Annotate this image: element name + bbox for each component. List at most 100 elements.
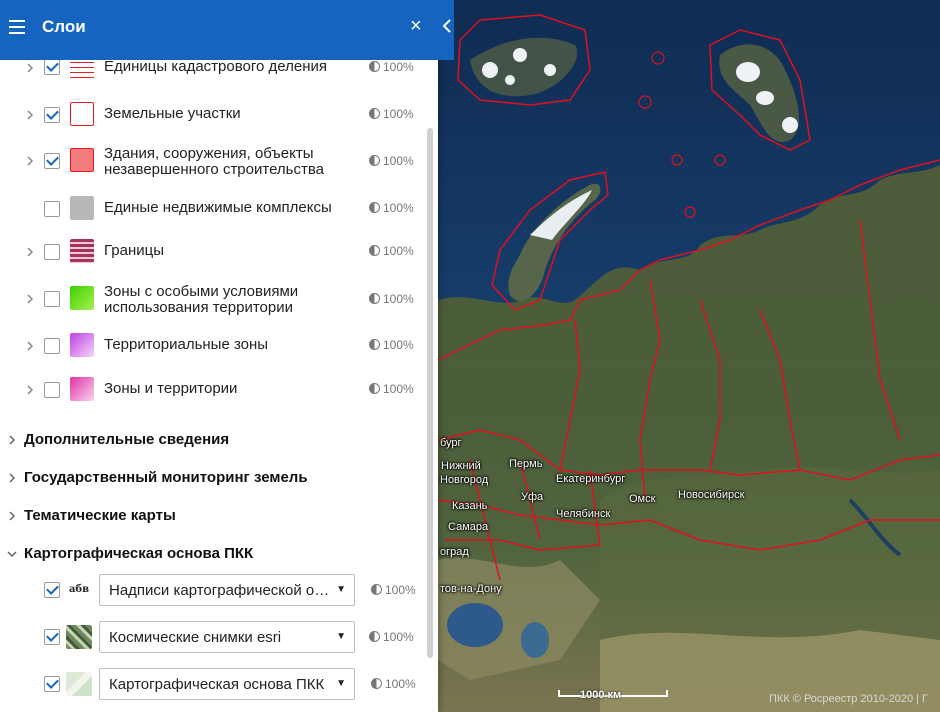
chevron-down-icon xyxy=(7,551,17,558)
section-title: Дополнительные сведения xyxy=(24,431,230,448)
layer-label: Зоны с особыми условиями использования т… xyxy=(104,283,299,316)
base-layer-select[interactable]: Надписи картографической основы ▼ xyxy=(99,574,355,606)
layer-opacity[interactable]: 100% xyxy=(369,292,414,306)
base-layer-select[interactable]: Космические снимки esri ▼ xyxy=(99,621,355,653)
base-layer-row-cartographic[interactable]: Картографическая основа ПКК ▼ 100% xyxy=(0,667,426,701)
cartographic-thumbnail xyxy=(66,672,92,696)
layer-row-unified-complexes[interactable]: Единые недвижимые комплексы 100% xyxy=(0,194,426,224)
chevron-right-icon xyxy=(9,511,16,521)
zones-territories-swatch xyxy=(70,377,94,401)
section-thematic-maps[interactable]: Тематические карты xyxy=(0,501,426,531)
layer-opacity[interactable]: 100% xyxy=(371,677,416,691)
chevron-left-icon[interactable] xyxy=(441,18,453,34)
scale-label: 1000 км xyxy=(580,689,622,701)
opacity-icon xyxy=(369,293,380,304)
layer-row-boundaries[interactable]: Границы 100% xyxy=(0,237,426,267)
chevron-right-icon[interactable] xyxy=(25,247,35,257)
layer-checkbox[interactable] xyxy=(44,582,60,598)
layer-opacity[interactable]: 100% xyxy=(369,338,414,352)
city-label: Екатеринбург xyxy=(556,473,626,485)
layer-opacity[interactable]: 100% xyxy=(369,154,414,168)
chevron-right-icon[interactable] xyxy=(25,63,35,73)
layers-panel: Единицы кадастрового деления 100% Земель… xyxy=(0,0,438,712)
dropdown-arrow-icon: ▼ xyxy=(336,678,346,689)
city-label: Казань xyxy=(452,500,488,512)
city-label: Нижний xyxy=(441,460,481,472)
dropdown-arrow-icon: ▼ xyxy=(336,584,346,595)
layer-opacity[interactable]: 100% xyxy=(369,244,414,258)
city-label: Челябинск xyxy=(556,508,611,520)
layer-checkbox[interactable] xyxy=(44,629,60,645)
opacity-icon xyxy=(369,245,380,256)
city-label: тов-на-Дону xyxy=(440,583,502,595)
base-layer-row-labels[interactable]: абв Надписи картографической основы ▼ 10… xyxy=(0,573,426,607)
layer-label: Земельные участки xyxy=(104,105,241,122)
select-value: Картографическая основа ПКК xyxy=(109,676,325,693)
chevron-right-icon[interactable] xyxy=(25,156,35,166)
section-base-map[interactable]: Картографическая основа ПКК xyxy=(0,539,426,569)
chevron-right-icon[interactable] xyxy=(25,294,35,304)
layer-checkbox[interactable] xyxy=(44,153,60,169)
layer-checkbox[interactable] xyxy=(44,60,60,75)
labels-thumbnail: абв xyxy=(68,584,90,595)
close-icon[interactable]: × xyxy=(410,16,422,36)
layer-label: Единые недвижимые комплексы xyxy=(104,199,332,216)
opacity-icon xyxy=(369,61,380,72)
layer-row-zones-territories[interactable]: Зоны и территории 100% xyxy=(0,375,426,405)
city-label: Новгород xyxy=(440,474,489,486)
layer-checkbox[interactable] xyxy=(44,244,60,260)
layers-list: Единицы кадастрового деления 100% Земель… xyxy=(0,60,438,712)
base-layer-row-satellite[interactable]: Космические снимки esri ▼ 100% xyxy=(0,620,426,654)
cadastral-division-swatch xyxy=(70,60,94,79)
layer-checkbox[interactable] xyxy=(44,107,60,123)
chevron-right-icon[interactable] xyxy=(25,341,35,351)
land-plots-swatch xyxy=(70,102,94,126)
layer-row-land-plots[interactable]: Земельные участки 100% xyxy=(0,100,426,130)
layer-opacity[interactable]: 100% xyxy=(369,201,414,215)
layer-opacity[interactable]: 100% xyxy=(369,382,414,396)
city-label: Уфа xyxy=(521,491,544,503)
chevron-right-icon[interactable] xyxy=(25,110,35,120)
layer-label: Зоны и территории xyxy=(104,380,238,397)
opacity-icon xyxy=(371,678,382,689)
scrollbar[interactable] xyxy=(427,128,433,658)
layer-opacity[interactable]: 100% xyxy=(369,107,414,121)
city-label: Омск xyxy=(629,493,656,505)
menu-icon[interactable] xyxy=(9,20,25,34)
layer-label: Здания, сооружения, объекты незавершенно… xyxy=(104,145,324,178)
layer-opacity[interactable]: 100% xyxy=(371,583,416,597)
opacity-icon xyxy=(369,108,380,119)
layer-row-special-zones[interactable]: Зоны с особыми условиями использования т… xyxy=(0,282,426,316)
panel-title: Слои xyxy=(42,17,86,36)
boundaries-swatch xyxy=(70,239,94,263)
chevron-right-icon[interactable] xyxy=(25,385,35,395)
layer-row-cadastral-division[interactable]: Единицы кадастрового деления 100% xyxy=(0,60,426,82)
buildings-swatch xyxy=(70,148,94,172)
layer-checkbox[interactable] xyxy=(44,291,60,307)
unified-complexes-swatch xyxy=(70,196,94,220)
opacity-icon xyxy=(369,383,380,394)
base-layer-select[interactable]: Картографическая основа ПКК ▼ xyxy=(99,668,355,700)
layer-label: Единицы кадастрового деления xyxy=(104,60,327,75)
layer-opacity[interactable]: 100% xyxy=(369,60,414,74)
layer-label: Территориальные зоны xyxy=(104,336,269,353)
chevron-right-icon xyxy=(9,435,16,445)
panel-header: Слои × xyxy=(0,0,454,60)
city-label: Новосибирск xyxy=(678,489,745,501)
city-label: бург xyxy=(440,437,462,449)
section-land-monitoring[interactable]: Государственный мониторинг земель xyxy=(0,463,426,493)
layer-checkbox[interactable] xyxy=(44,338,60,354)
layer-checkbox[interactable] xyxy=(44,382,60,398)
layer-label: Границы xyxy=(104,242,164,259)
layer-row-territorial-zones[interactable]: Территориальные зоны 100% xyxy=(0,331,426,361)
section-additional-info[interactable]: Дополнительные сведения xyxy=(0,425,426,455)
layer-checkbox[interactable] xyxy=(44,676,60,692)
layer-opacity[interactable]: 100% xyxy=(369,630,414,644)
section-title: Государственный мониторинг земель xyxy=(24,469,308,486)
city-label: Пермь xyxy=(509,458,543,470)
layer-row-buildings[interactable]: Здания, сооружения, объекты незавершенно… xyxy=(0,144,426,178)
section-title: Картографическая основа ПКК xyxy=(24,545,254,562)
opacity-icon xyxy=(369,202,380,213)
territorial-zones-swatch xyxy=(70,333,94,357)
layer-checkbox[interactable] xyxy=(44,201,60,217)
